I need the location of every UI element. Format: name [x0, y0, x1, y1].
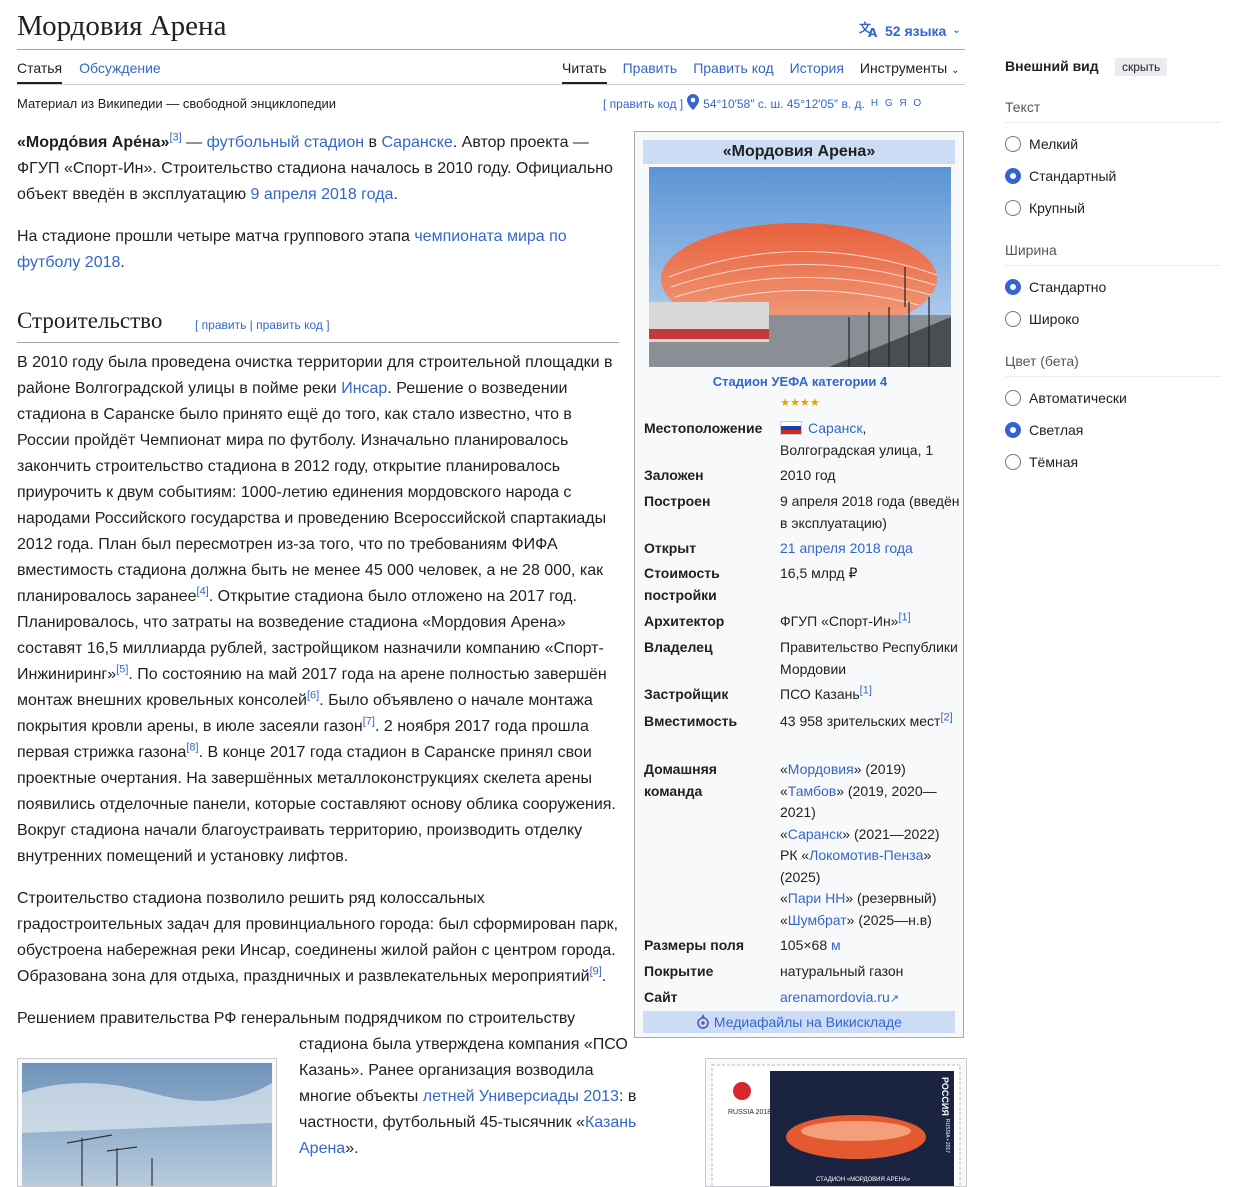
link-date[interactable]: 9 апреля 2018 года [251, 186, 394, 203]
link-saransk-location[interactable]: Саранск [808, 420, 862, 436]
chevron-down-icon: ⌄ [951, 65, 960, 76]
urban-paragraph: Строительство стадиона позволило решить … [17, 890, 619, 985]
ref-9[interactable]: [9] [590, 966, 602, 978]
flag-russia-icon [780, 421, 802, 435]
ref-3[interactable]: [3] [169, 132, 181, 144]
link-insar[interactable]: Инсар [341, 380, 387, 397]
radio-color-dark[interactable]: Тёмная [1005, 454, 1078, 470]
tab-edit-source[interactable]: Править код [693, 60, 773, 84]
link-metre[interactable]: м [831, 937, 841, 953]
text-size-heading: Текст [1005, 99, 1041, 115]
coords-link[interactable]: 54°10′58″ с. ш. 45°12′05″ в. д. [703, 97, 865, 111]
coords-map-links[interactable]: H G Я O [871, 98, 923, 109]
article-name: «Мордо́вия Аре́на» [17, 134, 170, 151]
title-divider [17, 49, 965, 50]
radio-width-standard[interactable]: Стандартно [1005, 279, 1106, 295]
radio-large[interactable]: Крупный [1005, 200, 1085, 216]
tab-tools[interactable]: Инструменты ⌄ [860, 60, 960, 84]
appearance-panel: Внешний вид скрыть Текст Мелкий Стандарт… [1005, 58, 1221, 470]
link-mordovia[interactable]: Мордовия [788, 761, 854, 777]
tabs-divider [17, 84, 965, 85]
appearance-title: Внешний вид [1005, 58, 1099, 74]
contractor-paragraph-2: стадиона была утверждена компания «ПСО К… [299, 1036, 637, 1157]
stamp-price: 22₽ [724, 1164, 749, 1180]
construction-photo[interactable] [17, 1058, 277, 1187]
ref-1[interactable]: [1] [898, 611, 910, 623]
ref-8[interactable]: [8] [186, 742, 198, 754]
link-lokomotiv-penza[interactable]: Локомотив-Пенза [809, 847, 923, 863]
section-divider [17, 342, 619, 343]
section-edit-links[interactable]: [ править | править код ] [195, 318, 330, 332]
link-pari-nn[interactable]: Пари НН [788, 890, 846, 906]
tools-label: Инструменты [859, 60, 948, 76]
page-title: Мордовия Арена [17, 10, 227, 42]
radio-color-auto[interactable]: Автоматически [1005, 390, 1127, 406]
commons-link[interactable]: Медиафайлы на Викискладе [643, 1011, 955, 1033]
svg-text:A: A [868, 26, 878, 38]
ref-6[interactable]: [6] [307, 690, 319, 702]
map-pin-icon [687, 94, 700, 113]
tab-read[interactable]: Читать [562, 60, 607, 84]
wc2018-logo-icon [733, 1082, 751, 1100]
coordinates: [ править код ] 54°10′58″ с. ш. 45°12′05… [603, 94, 923, 113]
postage-stamp-image[interactable]: RUSSIA 2018 РОССИЯ RUSSIA • 2017 22₽ СТА… [705, 1058, 967, 1187]
external-link-icon: ↗ [889, 993, 899, 1005]
ref-4[interactable]: [4] [197, 586, 209, 598]
radio-width-wide[interactable]: Широко [1005, 311, 1079, 327]
stamp-logo-text: RUSSIA 2018 [728, 1109, 771, 1116]
construction-paragraph: В 2010 году была проведена очистка терри… [17, 354, 616, 865]
ref-2[interactable]: [2] [940, 711, 952, 723]
view-tabs: Читать Править Править код История Инстр… [562, 60, 976, 84]
stamp-caption: СТАДИОН «МОРДОВИЯ АРЕНА» [816, 1177, 911, 1183]
tab-edit[interactable]: Править [623, 60, 678, 84]
link-website[interactable]: arenamordovia.ru [780, 989, 890, 1005]
infobox-title: «Мордовия Арена» [643, 140, 955, 164]
link-opened-date[interactable]: 21 апреля 2018 года [780, 538, 960, 560]
chevron-down-icon: ⌄ [952, 25, 961, 36]
stadium-photo[interactable] [649, 167, 951, 367]
stamp-year: RUSSIA • 2017 [944, 1119, 950, 1153]
link-football-stadium[interactable]: футбольный стадион [207, 134, 364, 151]
contractor-paragraph-1: Решением правительства РФ генеральным по… [17, 1010, 576, 1027]
namespace-tabs: Статья Обсуждение [17, 60, 178, 84]
ref-5[interactable]: [5] [116, 664, 128, 676]
link-saransk[interactable]: Саранске [381, 134, 452, 151]
coords-edit-link[interactable]: [ править код ] [603, 97, 683, 111]
link-shumbrat[interactable]: Шумбрат [788, 912, 847, 928]
tab-history[interactable]: История [790, 60, 844, 84]
photo-caption[interactable]: Стадион УЕФА категории 4 [635, 374, 965, 389]
commons-icon [696, 1014, 714, 1030]
hide-button[interactable]: скрыть [1115, 58, 1168, 76]
radio-small[interactable]: Мелкий [1005, 136, 1078, 152]
radio-standard[interactable]: Стандартный [1005, 168, 1116, 184]
tab-article[interactable]: Статья [17, 60, 63, 84]
color-heading: Цвет (бета) [1005, 353, 1079, 369]
link-saransk-club[interactable]: Саранск [788, 826, 842, 842]
tagline: Материал из Википедии — свободной энцикл… [17, 96, 337, 111]
ref-1[interactable]: [1] [860, 684, 872, 696]
language-count: 52 языка [885, 22, 947, 39]
tab-talk[interactable]: Обсуждение [79, 60, 161, 84]
intro-paragraph: «Мордо́вия Аре́на»[3] — футбольный стади… [17, 131, 613, 203]
translate-icon: 文A [859, 20, 879, 41]
uefa-stars: ★★★★ [780, 397, 820, 409]
width-heading: Ширина [1005, 242, 1057, 258]
language-button[interactable]: 文A 52 языка ⌄ [859, 20, 961, 41]
stamp-country: РОССИЯ [940, 1077, 950, 1116]
link-tambov[interactable]: Тамбов [788, 783, 836, 799]
infobox: «Мордовия Арена» Стадион УЕФА категории … [634, 131, 964, 1038]
worldcup-paragraph: На стадионе прошли четыре матча группово… [17, 228, 567, 271]
radio-color-light[interactable]: Светлая [1005, 422, 1083, 438]
section-heading: Строительство [17, 308, 163, 333]
ref-7[interactable]: [7] [363, 716, 375, 728]
link-universiade[interactable]: летней Универсиады 2013 [423, 1088, 619, 1105]
